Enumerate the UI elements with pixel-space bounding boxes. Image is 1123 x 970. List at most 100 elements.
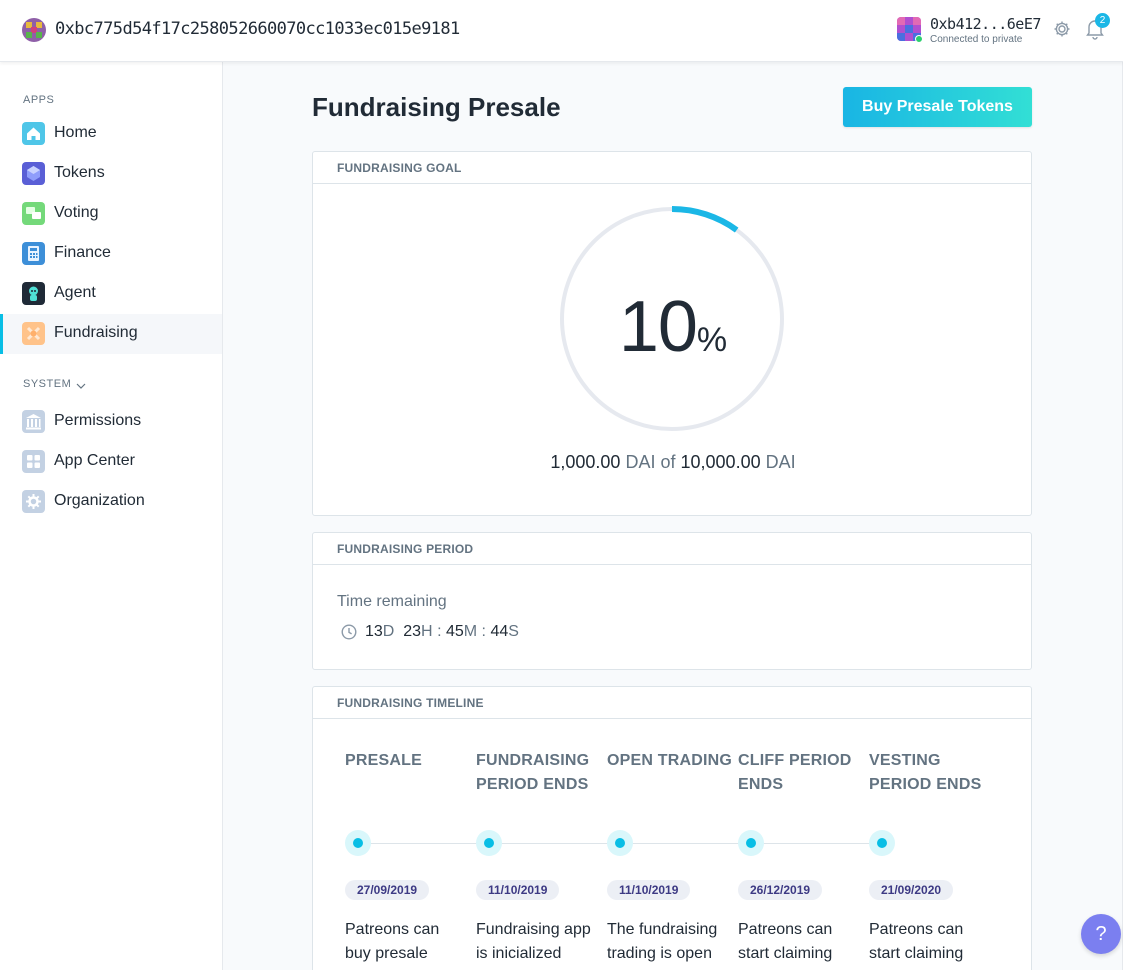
timeline-date-badge: 27/09/2019 (345, 880, 430, 900)
home-icon (22, 122, 45, 145)
app-center-icon (22, 450, 45, 473)
sidebar-item-permissions[interactable]: Permissions (0, 402, 222, 442)
raised-unit: DAI (625, 452, 656, 472)
finance-icon (22, 242, 45, 265)
timeline-title-line: CLIFF PERIOD (738, 752, 852, 769)
sidebar-item-home[interactable]: Home (0, 114, 222, 154)
countdown-timer: 13D 23H : 45M : 44S (365, 623, 519, 641)
org-identicon-icon[interactable] (22, 18, 46, 42)
timeline-date-badge: 21/09/2020 (869, 880, 954, 900)
sidebar-item-fundraising[interactable]: Fundraising (0, 314, 222, 354)
tokens-icon (22, 162, 45, 185)
sidebar-item-tokens[interactable]: Tokens (0, 154, 222, 194)
timeline-title-line: PERIOD ENDS (476, 776, 589, 793)
timeline-title-line: PERIOD ENDS (869, 776, 982, 793)
help-button[interactable]: ? (1081, 914, 1121, 954)
timeline-title-line: ENDS (738, 776, 784, 793)
sidebar-item-voting[interactable]: Voting (0, 194, 222, 234)
sidebar-item-label: App Center (54, 452, 135, 469)
gear-icon[interactable] (1052, 19, 1072, 39)
timeline-dot (738, 830, 764, 856)
apps-section-label: APPS (23, 94, 55, 106)
timeline-desc-line: is inicialized (476, 945, 562, 962)
timeline-desc-line: start claiming (738, 945, 833, 962)
timeline-desc-line: The fundraising (607, 921, 718, 938)
sidebar-item-organization[interactable]: Organization (0, 482, 222, 522)
sidebar-item-label: Permissions (54, 412, 142, 429)
days-value: 13 (365, 623, 383, 640)
timeline-description: The fundraising trading is open (607, 918, 735, 966)
sidebar-item-label: Voting (54, 204, 99, 221)
goal-percentage: 10% (313, 286, 1033, 368)
buy-presale-tokens-button[interactable]: Buy Presale Tokens (843, 87, 1032, 127)
sidebar: APPS Home Tokens Voting Finance Agent Fu… (0, 62, 223, 970)
timeline-desc-line: buy presale (345, 945, 428, 962)
timeline-description: Patreons can buy presale (345, 918, 473, 966)
timeline-title-line: OPEN TRADING (607, 752, 733, 769)
days-unit: D (382, 623, 395, 640)
timeline-step-title: PRESALE (345, 749, 422, 773)
time-remaining-label: Time remaining (337, 593, 447, 610)
system-section-label: SYSTEM (23, 378, 72, 390)
timeline-desc-line: start claiming (869, 945, 964, 962)
sidebar-item-label: Agent (54, 284, 96, 301)
sidebar-item-app-center[interactable]: App Center (0, 442, 222, 482)
timeline-title-line: FUNDRAISING (476, 752, 590, 769)
sidebar-item-finance[interactable]: Finance (0, 234, 222, 274)
account-address: 0xb412...6eE7 (930, 15, 1041, 33)
card-header: FUNDRAISING TIMELINE (313, 687, 1031, 719)
goal-raised-summary: 1,000.00 DAI of 10,000.00 DAI (313, 452, 1033, 473)
timeline-desc-line: Fundraising app (476, 921, 591, 938)
page-title: Fundraising Presale (312, 92, 561, 122)
timeline-title-line: VESTING (869, 752, 941, 769)
organization-icon (22, 490, 45, 513)
timeline-description: Patreons can start claiming (869, 918, 997, 966)
voting-icon (22, 202, 45, 225)
card-header: FUNDRAISING GOAL (313, 152, 1031, 184)
minutes-value: 45 (445, 623, 464, 640)
fundraising-icon (22, 322, 45, 345)
timeline-dot (869, 830, 895, 856)
separator: : (481, 623, 486, 640)
top-bar: 0xbc775d54f17c258052660070cc1033ec015e91… (0, 0, 1123, 62)
sidebar-item-agent[interactable]: Agent (0, 274, 222, 314)
timeline-dot (345, 830, 371, 856)
clock-icon (341, 624, 357, 640)
timeline-dot (607, 830, 633, 856)
hours-value: 23 (403, 623, 422, 640)
timeline-desc-line: trading is open (607, 945, 712, 962)
connection-status: Connected to private (930, 34, 1023, 45)
timeline-dot (476, 830, 502, 856)
goal-unit: DAI (765, 452, 796, 472)
sidebar-item-label: Fundraising (54, 324, 138, 341)
timeline-desc-line: Patreons can (738, 921, 833, 938)
of-text: of (660, 452, 676, 472)
seconds-value: 44 (490, 623, 509, 640)
timeline-step-title: FUNDRAISING PERIOD ENDS (476, 749, 589, 797)
sidebar-item-label: Organization (54, 492, 145, 509)
fundraising-timeline-card: FUNDRAISING TIMELINE PRESALE 27/09/2019 … (312, 686, 1032, 970)
permissions-icon (22, 410, 45, 433)
sidebar-item-label: Finance (54, 244, 111, 261)
fundraising-period-card: FUNDRAISING PERIOD Time remaining 13D 23… (312, 532, 1032, 670)
timeline-description: Patreons can start claiming (738, 918, 866, 966)
fundraising-goal-card: FUNDRAISING GOAL 10% 1,000.00 DAI of 10,… (312, 151, 1032, 516)
timeline-desc-line: Patreons can (869, 921, 964, 938)
timeline-date-badge: 26/12/2019 (738, 880, 823, 900)
org-address[interactable]: 0xbc775d54f17c258052660070cc1033ec015e91… (55, 19, 460, 39)
goal-amount: 10,000.00 (680, 452, 761, 472)
chevron-down-icon[interactable] (76, 377, 86, 389)
card-header: FUNDRAISING PERIOD (313, 533, 1031, 565)
sidebar-item-label: Home (54, 124, 97, 141)
seconds-unit: S (508, 623, 519, 640)
goal-percent-symbol: % (696, 321, 728, 359)
connection-status-dot (915, 35, 923, 43)
timeline-title-line: PRESALE (345, 752, 422, 769)
minutes-unit: M (463, 623, 478, 640)
timeline-step-title: CLIFF PERIOD ENDS (738, 749, 852, 797)
goal-percent-value: 10 (618, 287, 698, 367)
timeline-step-title: OPEN TRADING (607, 749, 732, 773)
timeline-description: Fundraising app is inicialized (476, 918, 604, 966)
sidebar-item-label: Tokens (54, 164, 105, 181)
notification-count-badge[interactable]: 2 (1095, 13, 1110, 28)
